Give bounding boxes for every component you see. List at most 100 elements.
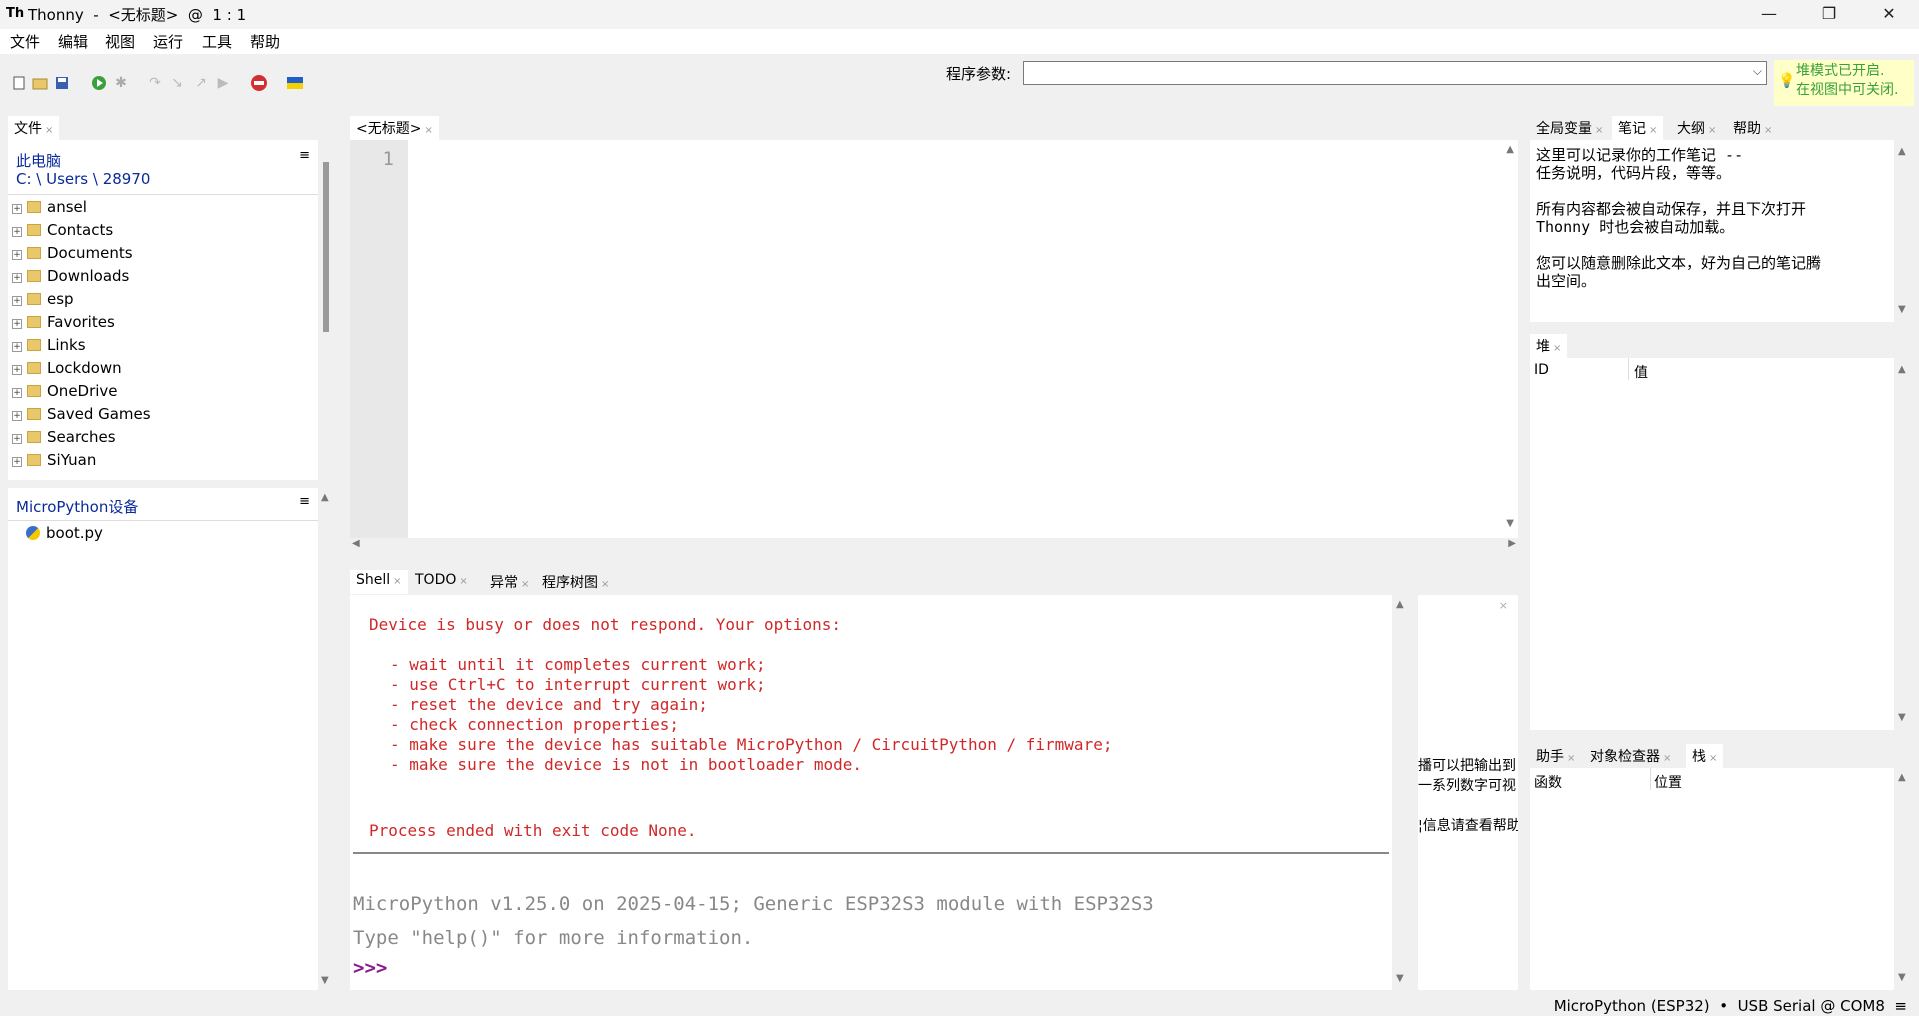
tab-shell[interactable]: Shell × [350, 570, 408, 594]
notes-scroll-up-icon[interactable]: ▲ [1898, 146, 1906, 157]
scroll-right-icon[interactable]: ▶ [1508, 538, 1516, 549]
tab-object-inspector[interactable]: 对象检查器 × [1584, 744, 1678, 768]
shell-scroll-up-icon[interactable]: ▲ [1396, 599, 1404, 610]
step-into-icon[interactable]: ↘ [168, 74, 186, 92]
folder-item[interactable]: + Links [12, 336, 86, 358]
shell-scroll-down-icon[interactable]: ▼ [1396, 973, 1404, 984]
expand-icon[interactable]: + [12, 434, 22, 444]
expand-icon[interactable]: + [12, 388, 22, 398]
notes-panel[interactable]: 这里可以记录你的工作笔记 -- 任务说明，代码片段，等等。 所有内容都会被自动保… [1530, 140, 1894, 322]
expand-icon[interactable]: + [12, 342, 22, 352]
shell-prompt[interactable]: >>> [353, 957, 387, 979]
scroll-left-icon[interactable]: ◀ [352, 538, 360, 549]
save-icon[interactable] [53, 74, 71, 92]
step-out-icon[interactable]: ↗ [192, 74, 210, 92]
tab-notes[interactable]: 笔记 × [1612, 116, 1664, 140]
tab-todo[interactable]: TODO × [409, 570, 474, 594]
plotter-close-icon[interactable]: × [1499, 599, 1508, 612]
folder-item[interactable]: + Saved Games [12, 405, 151, 427]
tab-files[interactable]: 文件 × [8, 116, 60, 140]
menu-view[interactable]: 视图 [101, 31, 139, 52]
menu-run[interactable]: 运行 [149, 31, 187, 52]
expand-icon[interactable]: + [12, 273, 22, 283]
shell-separator [353, 852, 1389, 854]
folder-item[interactable]: + esp [12, 290, 74, 312]
editor-h-scrollbar[interactable]: ◀ ▶ [350, 538, 1518, 552]
stop-icon[interactable] [250, 74, 268, 92]
expand-icon[interactable]: + [12, 204, 22, 214]
menu-bar: 文件 编辑 视图 运行 工具 帮助 [0, 29, 1919, 54]
folder-item[interactable]: + Documents [12, 244, 133, 266]
device-menu-icon[interactable]: ≡ [299, 494, 310, 509]
editor-scroll-up-icon[interactable]: ▲ [1506, 144, 1514, 155]
heap-scroll-up-icon[interactable]: ▲ [1898, 364, 1906, 375]
stack-scrollbar[interactable]: ▲ ▼ [1894, 768, 1912, 990]
program-args-input[interactable]: ⌵ [1023, 61, 1767, 85]
tab-exceptions[interactable]: 异常 × [484, 570, 536, 594]
maximize-button[interactable]: ❐ [1800, 0, 1858, 29]
folder-item[interactable]: + SiYuan [12, 451, 96, 473]
new-file-icon[interactable] [10, 74, 28, 92]
current-path[interactable]: C: \ Users \ 28970 [16, 170, 150, 188]
plotter-panel: × 播可以把输出到 一系列数字可视 ¦信息请查看帮助 [1418, 595, 1518, 990]
expand-icon[interactable]: + [12, 457, 22, 467]
chevron-down-icon[interactable]: ⌵ [1753, 64, 1762, 79]
files-scroll-thumb[interactable] [323, 162, 329, 332]
heap-note-line1: 堆模式已开启. [1796, 63, 1885, 79]
menu-edit[interactable]: 编辑 [54, 31, 92, 52]
menu-tools[interactable]: 工具 [198, 31, 236, 52]
tab-assistant[interactable]: 助手 × [1530, 744, 1582, 768]
expand-icon[interactable]: + [12, 411, 22, 421]
stack-scroll-up-icon[interactable]: ▲ [1898, 772, 1906, 783]
expand-icon[interactable]: + [12, 296, 22, 306]
shell-option-line: - check connection properties; [390, 715, 679, 734]
minimize-button[interactable]: — [1740, 0, 1798, 29]
folder-item[interactable]: + Lockdown [12, 359, 122, 381]
folder-item[interactable]: + ansel [12, 198, 87, 220]
tab-outline[interactable]: 大纲 × [1671, 116, 1723, 140]
folder-item[interactable]: + Searches [12, 428, 116, 450]
editor-scroll-down-icon[interactable]: ▼ [1506, 518, 1514, 529]
status-interpreter[interactable]: MicroPython (ESP32) • USB Serial @ COM8 … [1554, 997, 1907, 1015]
computer-label[interactable]: 此电脑 [16, 150, 61, 171]
folder-item[interactable]: + Contacts [12, 221, 113, 243]
expand-icon[interactable]: + [12, 365, 22, 375]
run-icon[interactable] [90, 74, 108, 92]
shell-scrollbar[interactable]: ▲ ▼ [1392, 595, 1410, 990]
expand-icon[interactable]: + [12, 250, 22, 260]
tab-stack[interactable]: 栈 × [1686, 744, 1724, 768]
ukraine-flag-icon[interactable] [286, 74, 304, 92]
step-over-icon[interactable]: ↷ [146, 74, 164, 92]
tab-heap[interactable]: 堆 × [1530, 334, 1568, 358]
stack-scroll-down-icon[interactable]: ▼ [1898, 972, 1906, 983]
resume-icon[interactable]: ▶ [214, 74, 232, 92]
tab-globals[interactable]: 全局变量 × [1530, 116, 1610, 140]
device-file-boot[interactable]: boot.py [26, 524, 103, 546]
menu-file[interactable]: 文件 [6, 31, 44, 52]
heap-scrollbar[interactable]: ▲ ▼ [1894, 358, 1912, 730]
close-button[interactable]: ✕ [1860, 0, 1918, 29]
folder-item[interactable]: + Favorites [12, 313, 115, 335]
notes-scroll-down-icon[interactable]: ▼ [1898, 304, 1906, 315]
open-folder-icon[interactable] [31, 74, 49, 92]
plotter-hint-3: ¦信息请查看帮助 [1418, 818, 1518, 834]
files-scrollbar[interactable]: ▲ ▼ [320, 140, 332, 990]
tab-help[interactable]: 帮助 × [1727, 116, 1779, 140]
scroll-down-icon[interactable]: ▼ [321, 975, 329, 986]
tab-program-tree[interactable]: 程序树图 × [536, 570, 616, 594]
folder-item[interactable]: + Downloads [12, 267, 129, 289]
expand-icon[interactable]: + [12, 227, 22, 237]
heap-scroll-down-icon[interactable]: ▼ [1898, 712, 1906, 723]
menu-help[interactable]: 帮助 [246, 31, 284, 52]
shell-panel[interactable]: Device is busy or does not respond. Your… [350, 595, 1392, 990]
tab-untitled[interactable]: <无标题> × [350, 116, 439, 140]
device-label[interactable]: MicroPython设备 [16, 496, 138, 517]
files-menu-icon[interactable]: ≡ [299, 148, 310, 163]
folder-item[interactable]: + OneDrive [12, 382, 118, 404]
editor-panel[interactable]: 1 ▲ ▼ [350, 140, 1518, 538]
folder-icon [27, 408, 41, 420]
debug-icon[interactable]: ✱ [112, 74, 130, 92]
scroll-up-icon[interactable]: ▲ [321, 492, 329, 503]
notes-scrollbar[interactable]: ▲ ▼ [1894, 140, 1912, 322]
expand-icon[interactable]: + [12, 319, 22, 329]
